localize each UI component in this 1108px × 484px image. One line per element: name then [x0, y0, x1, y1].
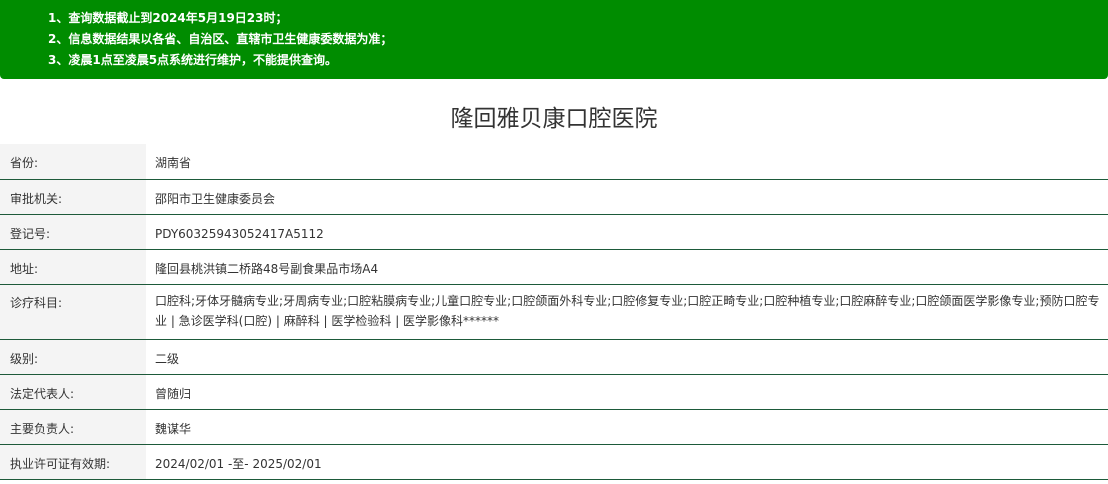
notice-item-3: 3、凌晨1点至凌晨5点系统进行维护，不能提供查询。 [48, 53, 338, 67]
notice-item-2: 2、信息数据结果以各省、自治区、直辖市卫生健康委数据为准； [48, 32, 393, 46]
field-value: 二级 [146, 339, 1108, 375]
hospital-name: 隆回雅贝康口腔医院 [450, 106, 658, 132]
field-label: 审批机关: [0, 179, 146, 215]
hospital-info-table: 省份: 湖南省 审批机关: 邵阳市卫生健康委员会 登记号: PDY6032594… [0, 144, 1108, 480]
field-value: 隆回县桃洪镇二桥路48号副食果品市场A4 [146, 249, 1108, 285]
table-row-registration-number: 登记号: PDY60325943052417A5112 [0, 214, 1108, 250]
table-row-level: 级别: 二级 [0, 339, 1108, 375]
field-label: 地址: [0, 249, 146, 285]
field-value: PDY60325943052417A5112 [146, 214, 1108, 250]
page: 1、查询数据截止到2024年5月19日23时； 2、信息数据结果以各省、自治区、… [0, 0, 1108, 484]
field-label: 法定代表人: [0, 374, 146, 410]
table-row-legal-representative: 法定代表人: 曾随归 [0, 374, 1108, 410]
field-value: 曾随归 [146, 374, 1108, 410]
table-row-address: 地址: 隆回县桃洪镇二桥路48号副食果品市场A4 [0, 249, 1108, 285]
table-row-principal: 主要负责人: 魏谋华 [0, 409, 1108, 445]
field-value: 口腔科;牙体牙髓病专业;牙周病专业;口腔粘膜病专业;儿童口腔专业;口腔颌面外科专… [146, 284, 1108, 340]
field-label: 登记号: [0, 214, 146, 250]
field-label: 省份: [0, 144, 146, 180]
table-row-province: 省份: 湖南省 [0, 144, 1108, 180]
table-row-license-validity: 执业许可证有效期: 2024/02/01 -至- 2025/02/01 [0, 444, 1108, 480]
table-row-approval-authority: 审批机关: 邵阳市卫生健康委员会 [0, 179, 1108, 215]
field-value: 湖南省 [146, 144, 1108, 180]
field-value: 邵阳市卫生健康委员会 [146, 179, 1108, 215]
field-label: 主要负责人: [0, 409, 146, 445]
field-value: 2024/02/01 -至- 2025/02/01 [146, 444, 1108, 480]
field-label: 级别: [0, 339, 146, 375]
field-label: 执业许可证有效期: [0, 444, 146, 480]
notice-list: 1、查询数据截止到2024年5月19日23时； 2、信息数据结果以各省、自治区、… [0, 8, 1108, 71]
notice-item-1: 1、查询数据截止到2024年5月19日23时； [48, 11, 288, 25]
field-value: 魏谋华 [146, 409, 1108, 445]
field-label: 诊疗科目: [0, 284, 146, 340]
table-row-departments: 诊疗科目: 口腔科;牙体牙髓病专业;牙周病专业;口腔粘膜病专业;儿童口腔专业;口… [0, 284, 1108, 340]
notice-banner: 1、查询数据截止到2024年5月19日23时； 2、信息数据结果以各省、自治区、… [0, 0, 1108, 79]
